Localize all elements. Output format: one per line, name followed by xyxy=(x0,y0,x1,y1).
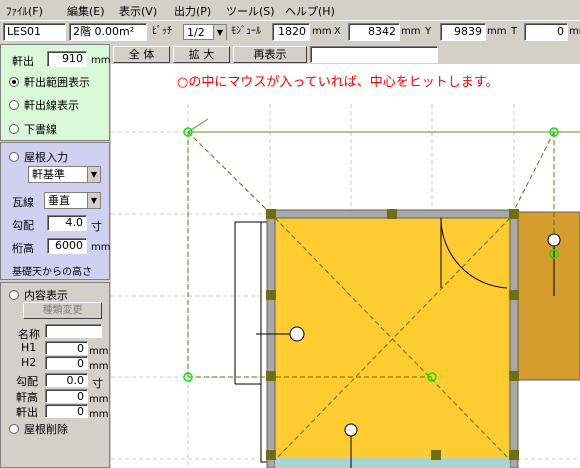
content-display-radio[interactable] xyxy=(9,290,19,300)
eave-range-radio[interactable] xyxy=(9,77,19,87)
menu-tools[interactable]: ツール(S) xyxy=(226,3,275,19)
eave-line-radio[interactable] xyxy=(9,100,19,110)
y-label: Y xyxy=(425,26,432,37)
zoom-in-button[interactable]: 拡 大 xyxy=(173,46,230,63)
status-bar: LES01 2階 0.00m² ﾋﾟｯﾁ 1/2 ▼ ﾓｼﾞｭｰﾙ 1820 m… xyxy=(0,20,580,42)
slope-unit: 寸 xyxy=(91,220,102,233)
eave-line-label: 軒出線表示 xyxy=(24,99,79,112)
h1-input[interactable]: 0 xyxy=(45,341,88,355)
slope-label: 勾配 xyxy=(12,219,34,232)
x-field[interactable]: 8342 xyxy=(348,23,400,41)
redraw-button[interactable]: 再表示 xyxy=(233,46,307,63)
t-field[interactable]: 0 xyxy=(524,23,568,41)
y-unit: mm xyxy=(487,26,507,37)
roof-input-radio[interactable] xyxy=(9,152,19,162)
eave-unit: mm xyxy=(91,55,111,66)
drawing-canvas[interactable]: ○の中にマウスが入っていれば、中心をヒットします。 xyxy=(111,64,580,468)
wall-left xyxy=(266,209,276,468)
content-display-label: 内容表示 xyxy=(24,289,68,302)
eave-label-2: 軒出 xyxy=(16,406,38,419)
tile-select-value: 垂直 xyxy=(48,194,70,207)
chevron-down-icon[interactable]: ▼ xyxy=(87,193,100,208)
menu-help[interactable]: ヘルプ(H) xyxy=(285,3,335,19)
layer-field[interactable]: LES01 xyxy=(3,23,66,41)
beam-input-2[interactable]: 0 xyxy=(45,389,88,403)
eave-input[interactable]: 910 xyxy=(47,51,87,67)
h2-input[interactable]: 0 xyxy=(45,356,88,370)
eave-label: 軒出 xyxy=(12,55,34,68)
menu-edit[interactable]: 編集(E) xyxy=(67,3,105,19)
floor-plan-drawing[interactable] xyxy=(111,64,580,468)
base-select-value: 軒基準 xyxy=(32,168,65,181)
tile-select[interactable]: 垂直 ▼ xyxy=(44,192,101,209)
menu-output[interactable]: 出力(P) xyxy=(174,3,211,19)
eave-unit-2: mm xyxy=(89,409,109,420)
pitch-select[interactable]: 1/2 ▼ xyxy=(183,24,227,40)
roof-input-panel: 屋根入力 軒基準 ▼ 瓦線 垂直 ▼ 勾配 4.0 寸 桁高 6000 mm 基… xyxy=(0,142,110,280)
beam-label-2: 軒高 xyxy=(16,391,38,404)
pitch-value: 1/2 xyxy=(187,26,205,39)
t-label: T xyxy=(511,26,518,37)
zoom-all-button[interactable]: 全 体 xyxy=(113,46,170,63)
draft-line-label: 下書線 xyxy=(24,123,57,136)
beam-height-unit: mm xyxy=(91,242,111,253)
wall-outline xyxy=(234,221,261,385)
eave-input-2[interactable]: 0 xyxy=(45,404,88,418)
delete-roof-radio[interactable] xyxy=(9,424,19,434)
beam-unit-2: mm xyxy=(89,394,109,405)
t-unit: mm xyxy=(569,26,580,37)
wall-right xyxy=(509,209,519,468)
eave-range-label: 軒出範囲表示 xyxy=(24,76,90,89)
module-label: ﾓｼﾞｭｰﾙ xyxy=(231,26,261,37)
lower-area xyxy=(275,458,510,468)
hint-text: ○の中にマウスが入っていれば、中心をヒットします。 xyxy=(177,75,499,90)
y-field[interactable]: 9839 xyxy=(440,23,486,41)
eave-panel: 軒出 910 mm 軒出範囲表示 軒出線表示 下書線 xyxy=(0,44,110,141)
name-input[interactable] xyxy=(45,324,102,338)
h1-unit: mm xyxy=(89,346,109,357)
beam-height-input[interactable]: 6000 xyxy=(47,238,87,254)
change-type-button[interactable]: 種類変更 xyxy=(23,302,102,319)
h2-unit: mm xyxy=(89,361,109,372)
module-unit: mm xyxy=(312,26,332,37)
roof-area[interactable] xyxy=(271,214,514,460)
content-panel: 内容表示 種類変更 名称 H1 0 mm H2 0 mm 勾配 0.0 寸 軒高… xyxy=(0,282,110,468)
slope-input-2[interactable]: 0.0 xyxy=(45,373,88,387)
command-field[interactable] xyxy=(310,46,438,63)
pitch-label: ﾋﾟｯﾁ xyxy=(152,26,172,37)
beam-height-label: 桁高 xyxy=(12,242,34,255)
slope-unit-2: 寸 xyxy=(92,377,103,390)
menu-view[interactable]: 表示(V) xyxy=(119,3,157,19)
x-unit: mm xyxy=(401,26,421,37)
delete-roof-label: 屋根削除 xyxy=(24,423,68,436)
draft-line-radio[interactable] xyxy=(9,124,19,134)
slope-input[interactable]: 4.0 xyxy=(47,215,87,231)
h2-label: H2 xyxy=(21,356,37,369)
menu-bar: ﾌｧｲﾙ(F) 編集(E) 表示(V) 出力(P) ツール(S) ヘルプ(H) xyxy=(0,0,580,19)
tile-label: 瓦線 xyxy=(12,196,34,209)
floor-field[interactable]: 2階 0.00m² xyxy=(69,23,147,41)
x-label: X xyxy=(334,26,341,37)
module-field[interactable]: 1820 xyxy=(272,23,310,41)
roof-input-label: 屋根入力 xyxy=(24,151,68,164)
menu-file[interactable]: ﾌｧｲﾙ(F) xyxy=(6,3,43,19)
base-select[interactable]: 軒基準 ▼ xyxy=(28,166,101,183)
h1-label: H1 xyxy=(21,341,37,354)
chevron-down-icon[interactable]: ▼ xyxy=(87,167,100,182)
height-note: 基礎天からの高さ xyxy=(12,267,92,278)
view-toolbar: 全 体 拡 大 再表示 xyxy=(111,44,580,64)
slope-label-2: 勾配 xyxy=(16,375,38,388)
name-label: 名称 xyxy=(18,328,40,341)
chevron-down-icon[interactable]: ▼ xyxy=(213,25,226,40)
